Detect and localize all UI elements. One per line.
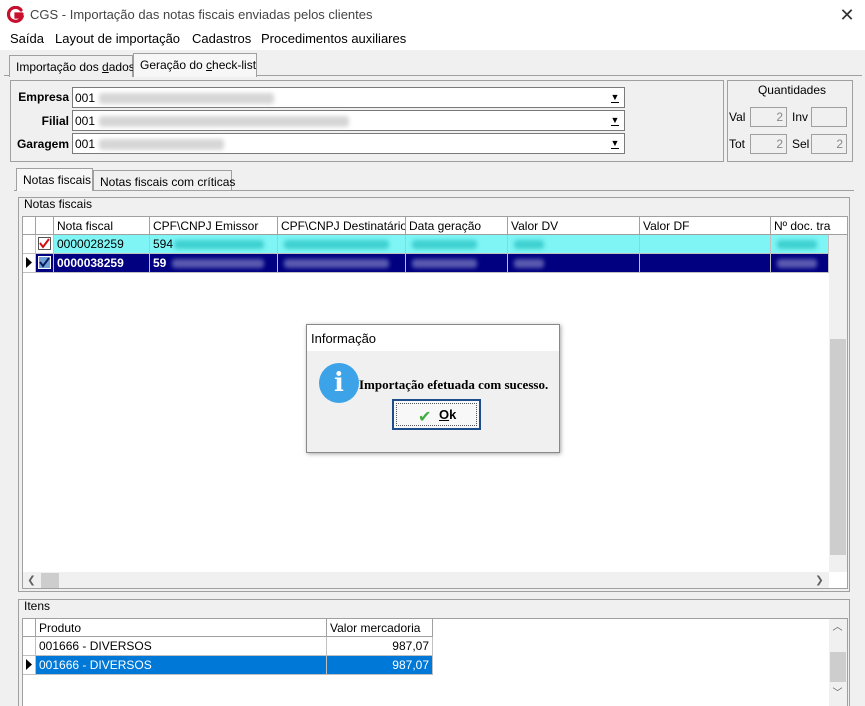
- empresa-combo[interactable]: 001 ▼: [72, 87, 625, 108]
- redacted-value: [284, 240, 389, 249]
- col-data-geracao[interactable]: Data geração: [406, 217, 508, 235]
- tab-notas-fiscais-criticas[interactable]: Notas fiscais com críticas: [93, 170, 235, 190]
- itens-vertical-scrollbar[interactable]: ︿ ﹀: [829, 619, 847, 706]
- check-header: [36, 217, 54, 235]
- filial-combo[interactable]: 001 ▼: [72, 110, 625, 131]
- tab-geracao-checklist[interactable]: Geração do check-list: [133, 53, 257, 77]
- val-field: 2: [750, 107, 787, 127]
- tot-field: 2: [750, 134, 787, 154]
- garagem-name-redacted: [99, 139, 224, 150]
- table-row[interactable]: 001666 - DIVERSOS 987,07: [23, 637, 433, 656]
- dialog-message: Importação efetuada com sucesso.: [359, 377, 549, 392]
- indicator-header: [23, 619, 36, 637]
- empresa-name-redacted: [99, 93, 274, 104]
- chevron-down-icon[interactable]: ﹀: [829, 685, 846, 702]
- row-indicator-icon: [23, 254, 36, 273]
- scrollbar-thumb[interactable]: [830, 339, 846, 555]
- garagem-label: Garagem: [16, 137, 69, 151]
- check-icon: ✔: [418, 409, 432, 426]
- chevron-down-icon[interactable]: ▼: [608, 90, 622, 105]
- chevron-down-icon[interactable]: ▼: [608, 136, 622, 151]
- col-cpf-emissor[interactable]: CPF\CNPJ Emissor: [150, 217, 278, 235]
- table-row[interactable]: 0000038259 59: [23, 254, 829, 273]
- inv-field: [811, 107, 847, 127]
- val-label: Val: [729, 110, 746, 124]
- chevron-up-icon[interactable]: ︿: [829, 619, 846, 636]
- window-title: CGS - Importação das notas fiscais envia…: [30, 7, 373, 22]
- chevron-right-icon[interactable]: ❯: [811, 572, 828, 588]
- checkbox[interactable]: [36, 254, 54, 273]
- col-valor-df[interactable]: Valor DF: [640, 217, 771, 235]
- close-icon[interactable]: ✕: [836, 4, 858, 26]
- notas-fiscais-group-title: Notas fiscais: [24, 197, 93, 211]
- menu-procedimentos-auxiliares[interactable]: Procedimentos auxiliares: [261, 31, 406, 46]
- garagem-combo[interactable]: 001 ▼: [72, 133, 625, 154]
- sel-label: Sel: [792, 137, 810, 151]
- checked-red-icon: [38, 237, 51, 250]
- app-logo-icon: [6, 5, 25, 24]
- col-cpf-destinatario[interactable]: CPF\CNPJ Destinatário: [278, 217, 406, 235]
- empresa-label: Empresa: [18, 90, 69, 104]
- col-produto[interactable]: Produto: [36, 619, 327, 637]
- scrollbar-thumb[interactable]: [830, 652, 846, 682]
- filial-name-redacted: [99, 116, 349, 127]
- row-indicator-icon: [23, 656, 36, 675]
- itens-grid: Produto Valor mercadoria 001666 - DIVERS…: [22, 618, 848, 706]
- info-dialog: Informação i Importação efetuada com suc…: [306, 324, 560, 453]
- menu-saida[interactable]: Saída: [10, 31, 44, 46]
- scrollbar-thumb[interactable]: [41, 573, 59, 588]
- col-num-doc[interactable]: Nº doc. tra: [771, 217, 847, 235]
- quantidades-title: Quantidades: [757, 83, 827, 97]
- col-valor-mercadoria[interactable]: Valor mercadoria: [327, 619, 433, 637]
- indicator-header: [23, 217, 36, 235]
- tab-notas-fiscais[interactable]: Notas fiscais: [16, 168, 93, 191]
- table-row[interactable]: 001666 - DIVERSOS 987,07: [23, 656, 433, 675]
- tab-importacao-dados[interactable]: Importação dos dados: [9, 55, 135, 77]
- redacted-value: [412, 240, 477, 249]
- menu-cadastros[interactable]: Cadastros: [192, 31, 251, 46]
- redacted-value: [514, 240, 544, 249]
- notas-horizontal-scrollbar[interactable]: ❮ ❯: [23, 572, 829, 588]
- sel-field: 2: [811, 134, 847, 154]
- table-row[interactable]: 0000028259 594: [23, 235, 829, 254]
- col-nota-fiscal[interactable]: Nota fiscal: [54, 217, 150, 235]
- redacted-value: [284, 259, 389, 268]
- info-icon: i: [319, 363, 359, 403]
- redacted-value: [514, 259, 544, 268]
- notas-vertical-scrollbar[interactable]: [829, 235, 847, 572]
- itens-group-title: Itens: [24, 599, 51, 613]
- filial-label: Filial: [41, 114, 69, 128]
- redacted-value: [174, 240, 264, 249]
- redacted-value: [777, 240, 817, 249]
- inner-tab-border: [14, 190, 854, 191]
- redacted-value: [172, 259, 264, 268]
- chevron-left-icon[interactable]: ❮: [23, 572, 40, 588]
- ok-button[interactable]: ✔ Ok: [392, 399, 481, 430]
- checkbox[interactable]: [36, 235, 54, 254]
- redacted-value: [412, 259, 477, 268]
- tot-label: Tot: [729, 137, 746, 151]
- dialog-title: Informação: [307, 325, 559, 351]
- redacted-value: [777, 259, 817, 268]
- checked-icon: [38, 256, 51, 269]
- col-valor-dv[interactable]: Valor DV: [508, 217, 640, 235]
- menu-layout-importacao[interactable]: Layout de importação: [55, 31, 180, 46]
- inv-label: Inv: [792, 110, 809, 124]
- chevron-down-icon[interactable]: ▼: [608, 113, 622, 128]
